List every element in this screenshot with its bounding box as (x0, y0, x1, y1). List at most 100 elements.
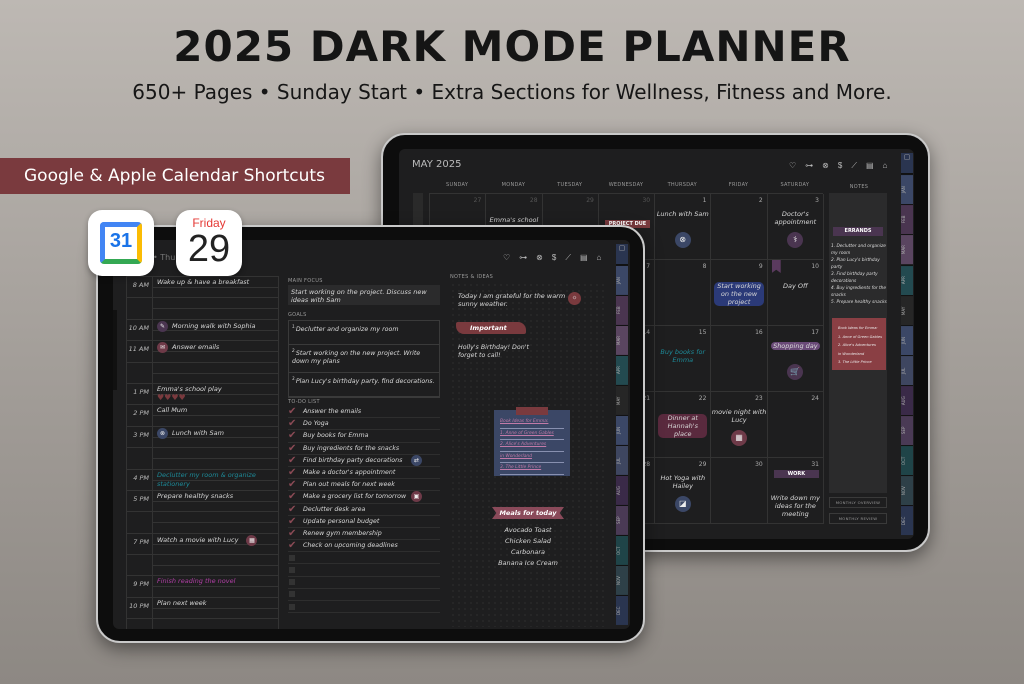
calendar-event[interactable]: Doctor's appointment (768, 210, 823, 226)
todo-item[interactable]: ✔ Do Yoga (288, 418, 440, 431)
checkmark-icon[interactable]: ✔ (288, 528, 297, 539)
todo-item[interactable]: ✔ Plan out meals for next week (288, 479, 440, 492)
todo-item[interactable]: ✔ Update personal budget (288, 516, 440, 528)
dollar-icon[interactable]: $ (838, 161, 842, 171)
checkmark-icon[interactable]: ✔ (288, 479, 297, 490)
meal-icon[interactable]: ⊗ (822, 161, 829, 171)
day-cell[interactable]: 3 Doctor's appointment ⚕ (767, 194, 824, 260)
schedule-entry[interactable] (153, 512, 278, 533)
schedule-entry[interactable]: ⊗ Lunch with Sam (153, 426, 278, 448)
month-tab-mar[interactable]: MAR (616, 325, 628, 356)
apple-calendar-icon[interactable]: Friday 29 (176, 210, 242, 276)
month-tab-sep[interactable]: SEP (901, 414, 913, 445)
calendar-tab[interactable]: ▢ (901, 153, 913, 175)
day-cell[interactable]: 10 Day Off (767, 260, 824, 326)
calendar-event[interactable]: Lunch with Sam (655, 210, 710, 218)
checkmark-icon[interactable]: ✔ (288, 406, 297, 417)
calendar-tab[interactable]: ▢ (616, 244, 628, 266)
month-tab-feb[interactable]: FEB (901, 204, 913, 235)
day-cell[interactable]: 30 (711, 458, 768, 524)
schedule-entry[interactable] (153, 362, 278, 383)
google-calendar-icon[interactable]: 31 (88, 210, 154, 276)
checkmark-icon[interactable]: ✔ (288, 455, 297, 466)
chart-line-icon[interactable]: ⟋ (565, 253, 571, 263)
goal-item[interactable]: 1.Declutter and organize my room (289, 321, 439, 345)
checkmark-icon[interactable]: ✔ (288, 540, 297, 551)
calendar-event[interactable]: Day Off (768, 282, 823, 290)
dot-grid-notes[interactable]: Today I am grateful for the warm sunny w… (450, 282, 608, 627)
todo-item-empty[interactable] (288, 552, 440, 565)
clipboard-icon[interactable]: ▣ (411, 491, 422, 503)
month-tab-oct[interactable]: OCT (616, 535, 628, 565)
dollar-icon[interactable]: $ (552, 253, 556, 263)
month-tab-aug[interactable]: AUG (901, 384, 913, 415)
todo-item[interactable]: ✔ Make a doctor's appointment (288, 467, 440, 480)
day-cell[interactable]: 15 Buy books for Emma (655, 326, 712, 392)
day-cell[interactable]: 24 (767, 392, 824, 458)
month-tab-may[interactable]: MAY (901, 294, 913, 325)
side-handle[interactable] (113, 310, 117, 390)
day-cell[interactable]: 22 Dinner at Hannah's place (655, 392, 712, 458)
checkbox[interactable] (289, 603, 295, 610)
document-icon[interactable]: ▤ (866, 161, 874, 171)
calendar-shortcut-icon[interactable]: ⇄ (411, 454, 422, 466)
schedule-entry[interactable]: Watch a movie with Lucy ▦ (153, 533, 278, 555)
calendar-event[interactable]: Buy books for Emma (655, 348, 710, 364)
day-cell[interactable]: 16 (711, 326, 768, 392)
todo-item-empty[interactable] (288, 589, 440, 601)
month-tab-sep[interactable]: SEP (616, 505, 628, 535)
checkmark-icon[interactable]: ✔ (288, 516, 297, 527)
todo-item[interactable]: ✔ Find birthday party decorations ⇄ (288, 454, 440, 467)
month-tab-apr[interactable]: APR (901, 264, 913, 295)
month-tab-mar[interactable]: MAR (901, 234, 913, 265)
month-tab-feb[interactable]: FEB (616, 295, 628, 326)
dumbbell-icon[interactable]: ⊶ (805, 161, 813, 171)
todo-item[interactable]: ✔ Declutter desk area (288, 504, 440, 516)
todo-item[interactable]: ✔ Buy books for Emma (288, 430, 440, 443)
schedule-entry[interactable]: Finish reading the novel (153, 576, 278, 597)
day-cell[interactable]: 29 Hot Yoga with Hailey ◪ (655, 458, 712, 524)
month-tab-apr[interactable]: APR (616, 355, 628, 386)
month-tab-jan[interactable]: JAN (616, 265, 628, 296)
schedule-entry[interactable]: Declutter my room & organize stationery (153, 469, 278, 490)
calendar-event[interactable]: Dinner at Hannah's place (658, 414, 708, 438)
day-cell[interactable]: 8 (655, 260, 712, 326)
schedule-entry[interactable]: ✎ Morning walk with Sophia (153, 319, 278, 341)
schedule-entry[interactable]: Plan next week (153, 597, 278, 619)
schedule-entry[interactable] (153, 448, 278, 469)
calendar-event[interactable]: Start working on the new project (714, 282, 764, 306)
checkmark-icon[interactable]: ✔ (288, 491, 297, 502)
schedule-entry[interactable] (153, 298, 278, 319)
meal-icon[interactable]: ⊗ (536, 253, 543, 263)
todo-item-empty[interactable] (288, 564, 440, 577)
month-tab-may[interactable]: MAY (616, 385, 628, 416)
checkmark-icon[interactable]: ✔ (288, 504, 297, 515)
schedule-entry[interactable]: Call Mum (153, 405, 278, 426)
heart-icon[interactable]: ♡ (503, 253, 510, 263)
home-icon[interactable]: ⌂ (883, 161, 888, 171)
todo-item[interactable]: ✔ Buy ingredients for the snacks (288, 443, 440, 455)
schedule-entry[interactable]: ✉ Answer emails (153, 341, 278, 362)
goal-item[interactable]: 2.Start working on the new project. Writ… (289, 345, 439, 373)
todo-item[interactable]: ✔ Check on upcoming deadlines (288, 540, 440, 553)
todo-item[interactable]: ✔ Answer the emails (288, 406, 440, 419)
month-tab-jul[interactable]: JUL (616, 445, 628, 476)
checkbox[interactable] (289, 567, 295, 574)
calendar-event[interactable]: movie night with Lucy (711, 408, 767, 424)
calendar-event[interactable]: Hot Yoga with Hailey (655, 474, 710, 490)
schedule-entry[interactable] (153, 555, 278, 576)
todo-item-empty[interactable] (288, 601, 440, 614)
day-cell[interactable]: 9 Start working on the new project (711, 260, 768, 326)
day-cell[interactable]: 23 movie night with Lucy ▦ (711, 392, 768, 458)
dumbbell-icon[interactable]: ⊶ (519, 253, 527, 263)
schedule-entry[interactable] (153, 619, 278, 629)
heart-icon[interactable]: ♡ (789, 161, 796, 171)
schedule-entry[interactable]: Wake up & have a breakfast (153, 277, 278, 298)
month-tab-jun[interactable]: JUN (616, 415, 628, 446)
monthly-button[interactable]: MONTHLY OVERVIEW (829, 497, 887, 508)
schedule-entry[interactable]: Prepare healthy snacks (153, 490, 278, 512)
month-tab-dec[interactable]: DEC (901, 505, 913, 536)
todo-item[interactable]: ✔ Make a grocery list for tomorrow ▣ (288, 491, 440, 504)
document-icon[interactable]: ▤ (580, 253, 588, 263)
month-tab-dec[interactable]: DEC (616, 594, 628, 625)
